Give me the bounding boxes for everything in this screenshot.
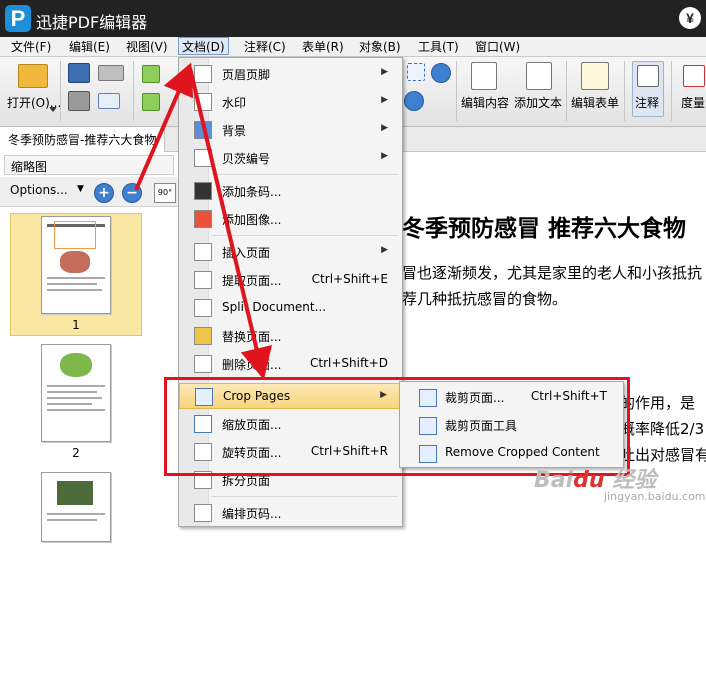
annotate-icon[interactable] [637,65,659,87]
save-icon[interactable] [68,63,90,83]
thumb-zoom-in-icon[interactable]: + [94,183,114,203]
split-document-icon [194,299,212,317]
add-text-button[interactable]: 添加文本 [514,94,562,111]
document-text-line: 的作用，是 [620,394,696,412]
edit-form-icon[interactable] [581,62,609,90]
menu-bar: 文件(F) 编辑(E) 视图(V) 文档(D) 注释(C) 表单(R) 对象(B… [0,37,706,57]
panel-toolbar: Options... ▼ [0,177,180,207]
thumbnail-page-1[interactable] [41,216,111,314]
email-icon[interactable] [98,93,120,109]
menu-item-background[interactable]: 背景 ▶ [179,117,402,143]
options-dropdown[interactable]: Options... [10,183,68,197]
header-footer-icon [194,65,212,83]
account-icon[interactable]: ¥ [679,7,701,29]
edit-content-icon[interactable] [471,62,497,90]
zoom-in-icon[interactable] [404,91,424,111]
watermark-icon [194,93,212,111]
thumbnail-panel: 缩略图 Options... ▼ + − 90° 1 2 [0,152,180,542]
menu-view[interactable]: 视图(V) [126,38,168,56]
menu-item-add-barcode[interactable]: 添加条码... [179,178,402,204]
menu-item-extract-page[interactable]: 提取页面... Ctrl+Shift+E [179,267,402,293]
print-icon[interactable] [68,91,90,111]
open-folder-icon[interactable] [18,64,48,88]
add-text-icon[interactable] [526,62,552,90]
title-bar: P 迅捷PDF编辑器 ¥ [0,0,706,37]
back-icon[interactable] [142,65,160,83]
replace-page-icon [194,327,212,345]
menu-item-watermark[interactable]: 水印 ▶ [179,89,402,115]
menu-item-split-document[interactable]: Split Document... [179,295,402,321]
page-number-1: 1 [72,318,80,332]
background-icon [194,121,212,139]
document-text-line: 荐几种抵抗感冒的食物。 [402,290,568,308]
menu-item-header-footer[interactable]: 页眉页脚 ▶ [179,61,402,87]
annotate-button[interactable]: 注释 [635,94,659,111]
document-text-line: 概率降低2/3 [620,420,705,438]
document-title: 冬季预防感冒 推荐六大食物 [402,216,687,242]
menu-item-replace-page[interactable]: 替换页面... [179,323,402,349]
insert-page-icon [194,243,212,261]
menu-form[interactable]: 表单(R) [302,38,344,56]
panel-header: 缩略图 [4,155,174,175]
delete-page-icon [194,355,212,373]
page-number-2: 2 [72,446,80,460]
app-logo-icon: P [5,5,31,32]
document-text-line: 冒也逐渐频发，尤其是家里的老人和小孩抵抗 [402,264,703,282]
menu-tools[interactable]: 工具(T) [418,38,459,56]
edit-form-button[interactable]: 编辑表单 [571,94,619,111]
menu-object[interactable]: 对象(B) [359,38,401,56]
menu-comment[interactable]: 注释(C) [244,38,286,56]
menu-item-delete-page[interactable]: 删除页面... Ctrl+Shift+D [179,351,402,377]
measure-button[interactable]: 度量 [681,94,705,111]
app-title: 迅捷PDF编辑器 [36,13,148,32]
menu-item-add-image[interactable]: 添加图像... [179,206,402,232]
menu-window[interactable]: 窗口(W) [475,38,520,56]
scanner-icon[interactable] [98,65,124,81]
zoom-out-icon[interactable] [431,63,451,83]
tab-document[interactable]: 冬季预防感冒-推荐六大食物 [0,127,166,152]
thumb-zoom-out-icon[interactable]: − [122,183,142,203]
menu-edit[interactable]: 编辑(E) [69,38,110,56]
menu-document[interactable]: 文档(D) [178,37,229,55]
menu-item-bates-number[interactable]: 贝茨编号 ▶ [179,145,402,171]
measure-icon[interactable] [683,65,705,87]
thumbnail-page-2[interactable] [41,344,111,442]
page-numbering-icon [194,504,212,522]
rotate-icon[interactable]: 90° [154,183,176,203]
bates-number-icon [194,149,212,167]
edit-content-button[interactable]: 编辑内容 [461,94,509,111]
add-image-icon [194,210,212,228]
barcode-icon [194,182,212,200]
open-dropdown-icon[interactable] [49,107,57,112]
menu-file[interactable]: 文件(F) [11,38,51,56]
baidu-watermark-logo: Baidu 经验 jingyan.baidu.com [534,468,706,503]
menu-item-insert-page[interactable]: 插入页面 ▶ [179,239,402,265]
thumbnail-list: 1 2 [10,210,142,679]
thumbnail-page-3[interactable] [41,472,111,542]
options-chevron-down-icon[interactable]: ▼ [77,184,84,194]
select-area-icon[interactable] [407,63,425,81]
forward-icon[interactable] [142,93,160,111]
extract-page-icon [194,271,212,289]
menu-item-page-numbering[interactable]: 编排页码... [179,500,402,526]
